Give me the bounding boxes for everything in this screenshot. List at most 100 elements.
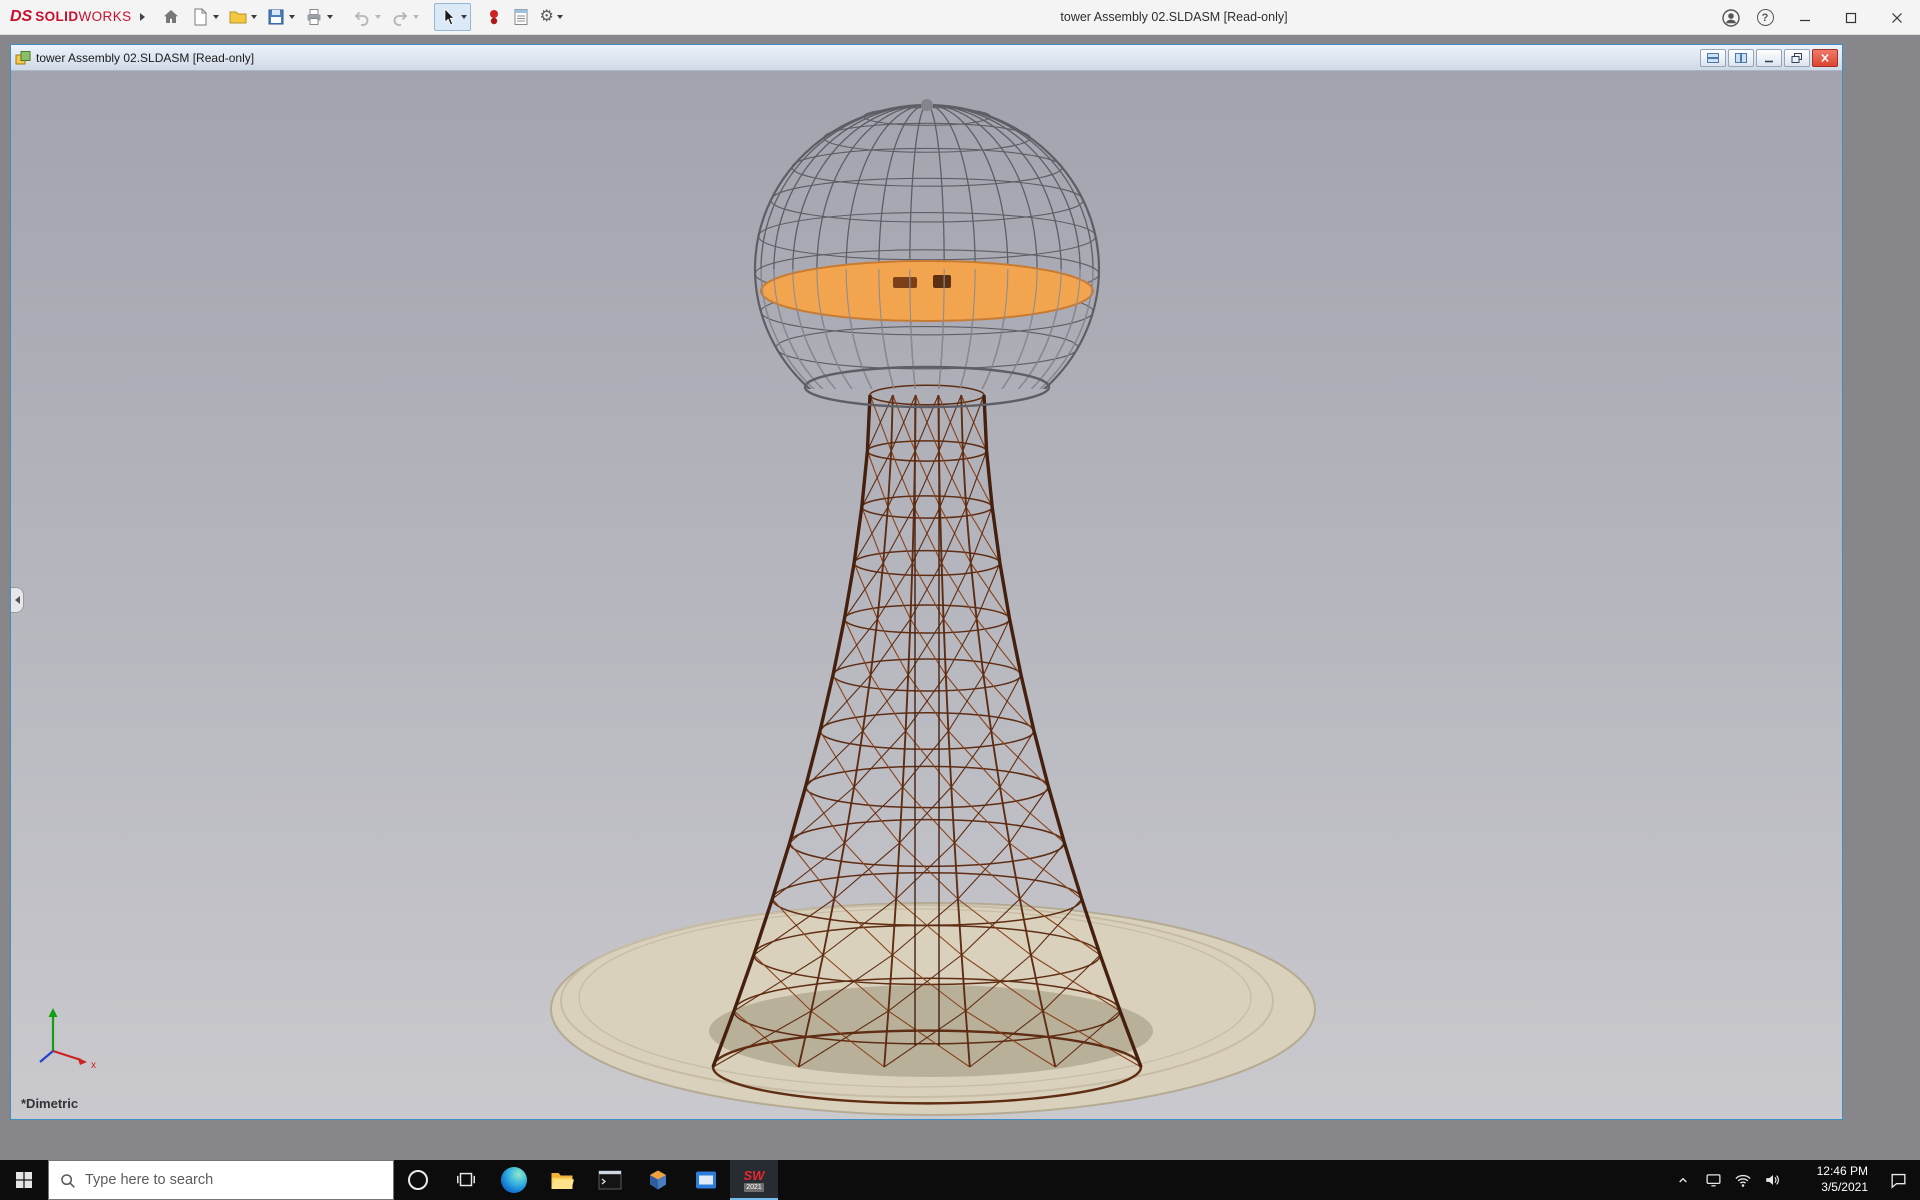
select-tool-button[interactable] [434,3,471,31]
restore-icon [1790,52,1804,64]
macro-record-icon [486,7,502,27]
taskbar-clock[interactable]: 12:46 PM 3/5/2021 [1788,1160,1876,1200]
windows-logo-icon [15,1171,33,1189]
document-title: tower Assembly 02.SLDASM [Read-only] [36,51,254,65]
display-tray-button[interactable] [1698,1160,1728,1200]
document-window: tower Assembly 02.SLDASM [Read-only] [10,44,1843,1120]
doc-close-button[interactable] [1812,49,1838,67]
help-button[interactable]: ? [1748,0,1782,35]
mdi-client-area: tower Assembly 02.SLDASM [Read-only] [0,35,1920,1160]
app-titlebar: DS SOLID WORKS [0,0,1920,35]
redo-button[interactable] [386,3,423,31]
tile-vertical-button[interactable] [1728,49,1754,67]
account-icon [1721,8,1741,28]
expand-toolbar-chevron-icon[interactable] [140,13,145,21]
chevron-up-icon [1675,1172,1691,1188]
featuremanager-collapse-tab[interactable] [11,587,24,613]
brand-text-works: WORKS [79,9,132,24]
task-view-icon [455,1169,477,1191]
file-explorer-button[interactable] [538,1160,586,1200]
assembly-document-icon [15,50,31,66]
select-cursor-icon [438,7,458,27]
new-document-button[interactable] [186,3,223,31]
doc-minimize-button[interactable] [1756,49,1782,67]
ds-logo-icon: DS [10,8,32,26]
brand-text-solid: SOLID [35,9,78,24]
chevron-down-icon[interactable] [289,15,295,19]
action-center-button[interactable] [1876,1160,1920,1200]
solidworks-taskbar-button[interactable]: SW 2021 [730,1160,778,1200]
quick-access-toolbar: ⚙ [157,3,567,31]
settings-gear-icon: ⚙ [540,7,554,27]
close-button[interactable] [1874,0,1920,35]
edge-button[interactable] [490,1160,538,1200]
search-input[interactable] [85,1172,383,1188]
home-button[interactable] [157,3,185,31]
terminal-button[interactable] [586,1160,634,1200]
save-button[interactable] [262,3,299,31]
maximize-icon [1845,12,1857,24]
print-icon [304,7,324,27]
cortana-button[interactable] [394,1160,442,1200]
settings-button[interactable]: ⚙ [536,3,567,31]
blue-window-button[interactable] [682,1160,730,1200]
new-document-icon [190,7,210,27]
help-icon: ? [1757,9,1774,26]
chevron-left-icon [15,596,20,604]
cad-viewer-button[interactable] [634,1160,682,1200]
redo-icon [390,7,410,27]
terminal-icon [598,1169,622,1191]
clock-date: 3/5/2021 [1821,1180,1868,1196]
file-explorer-icon [550,1169,574,1191]
tower-assembly-3d-model[interactable]: x [11,71,1842,1119]
clock-time: 12:46 PM [1817,1164,1868,1180]
windows-taskbar: SW 2021 12:46 PM 3/5/2021 [0,1160,1920,1200]
document-window-buttons [1698,49,1838,67]
document-titlebar[interactable]: tower Assembly 02.SLDASM [Read-only] [11,45,1842,71]
properties-button[interactable] [507,3,535,31]
solidworks-2021-icon: SW 2021 [744,1169,765,1192]
window-controls: ? [1714,0,1920,35]
chevron-down-icon[interactable] [413,15,419,19]
chevron-down-icon[interactable] [375,15,381,19]
home-icon [161,7,181,27]
chevron-down-icon[interactable] [213,15,219,19]
hidden-icons-button[interactable] [1668,1160,1698,1200]
undo-button[interactable] [348,3,385,31]
app-window-title: tower Assembly 02.SLDASM [Read-only] [1060,10,1287,24]
undo-icon [352,7,372,27]
edge-icon [501,1167,527,1193]
account-button[interactable] [1714,0,1748,35]
task-view-button[interactable] [442,1160,490,1200]
cortana-icon [408,1170,428,1190]
chevron-down-icon[interactable] [461,15,467,19]
display-tray-icon [1705,1172,1722,1189]
close-icon [1891,12,1903,24]
maximize-button[interactable] [1828,0,1874,35]
macro-record-button[interactable] [482,3,506,31]
chevron-down-icon[interactable] [557,15,563,19]
minimize-button[interactable] [1782,0,1828,35]
blue-window-icon [694,1169,718,1191]
properties-icon [511,7,531,27]
chevron-down-icon[interactable] [251,15,257,19]
view-orientation-label: *Dimetric [21,1096,78,1111]
solidworks-logo: DS SOLID WORKS [10,8,132,26]
doc-restore-button[interactable] [1784,49,1810,67]
graphics-viewport[interactable]: x *Dimetric [11,71,1842,1119]
network-button[interactable] [1728,1160,1758,1200]
network-icon [1734,1171,1752,1189]
search-icon [59,1172,76,1189]
print-button[interactable] [300,3,337,31]
system-tray: 12:46 PM 3/5/2021 [1668,1160,1920,1200]
volume-button[interactable] [1758,1160,1788,1200]
notification-icon [1889,1171,1908,1190]
chevron-down-icon[interactable] [327,15,333,19]
tile-vertical-icon [1734,52,1748,64]
open-button[interactable] [224,3,261,31]
svg-text:x: x [91,1060,96,1071]
start-button[interactable] [0,1160,48,1200]
taskbar-search[interactable] [48,1160,394,1200]
tile-horizontal-button[interactable] [1700,49,1726,67]
open-icon [228,7,248,27]
